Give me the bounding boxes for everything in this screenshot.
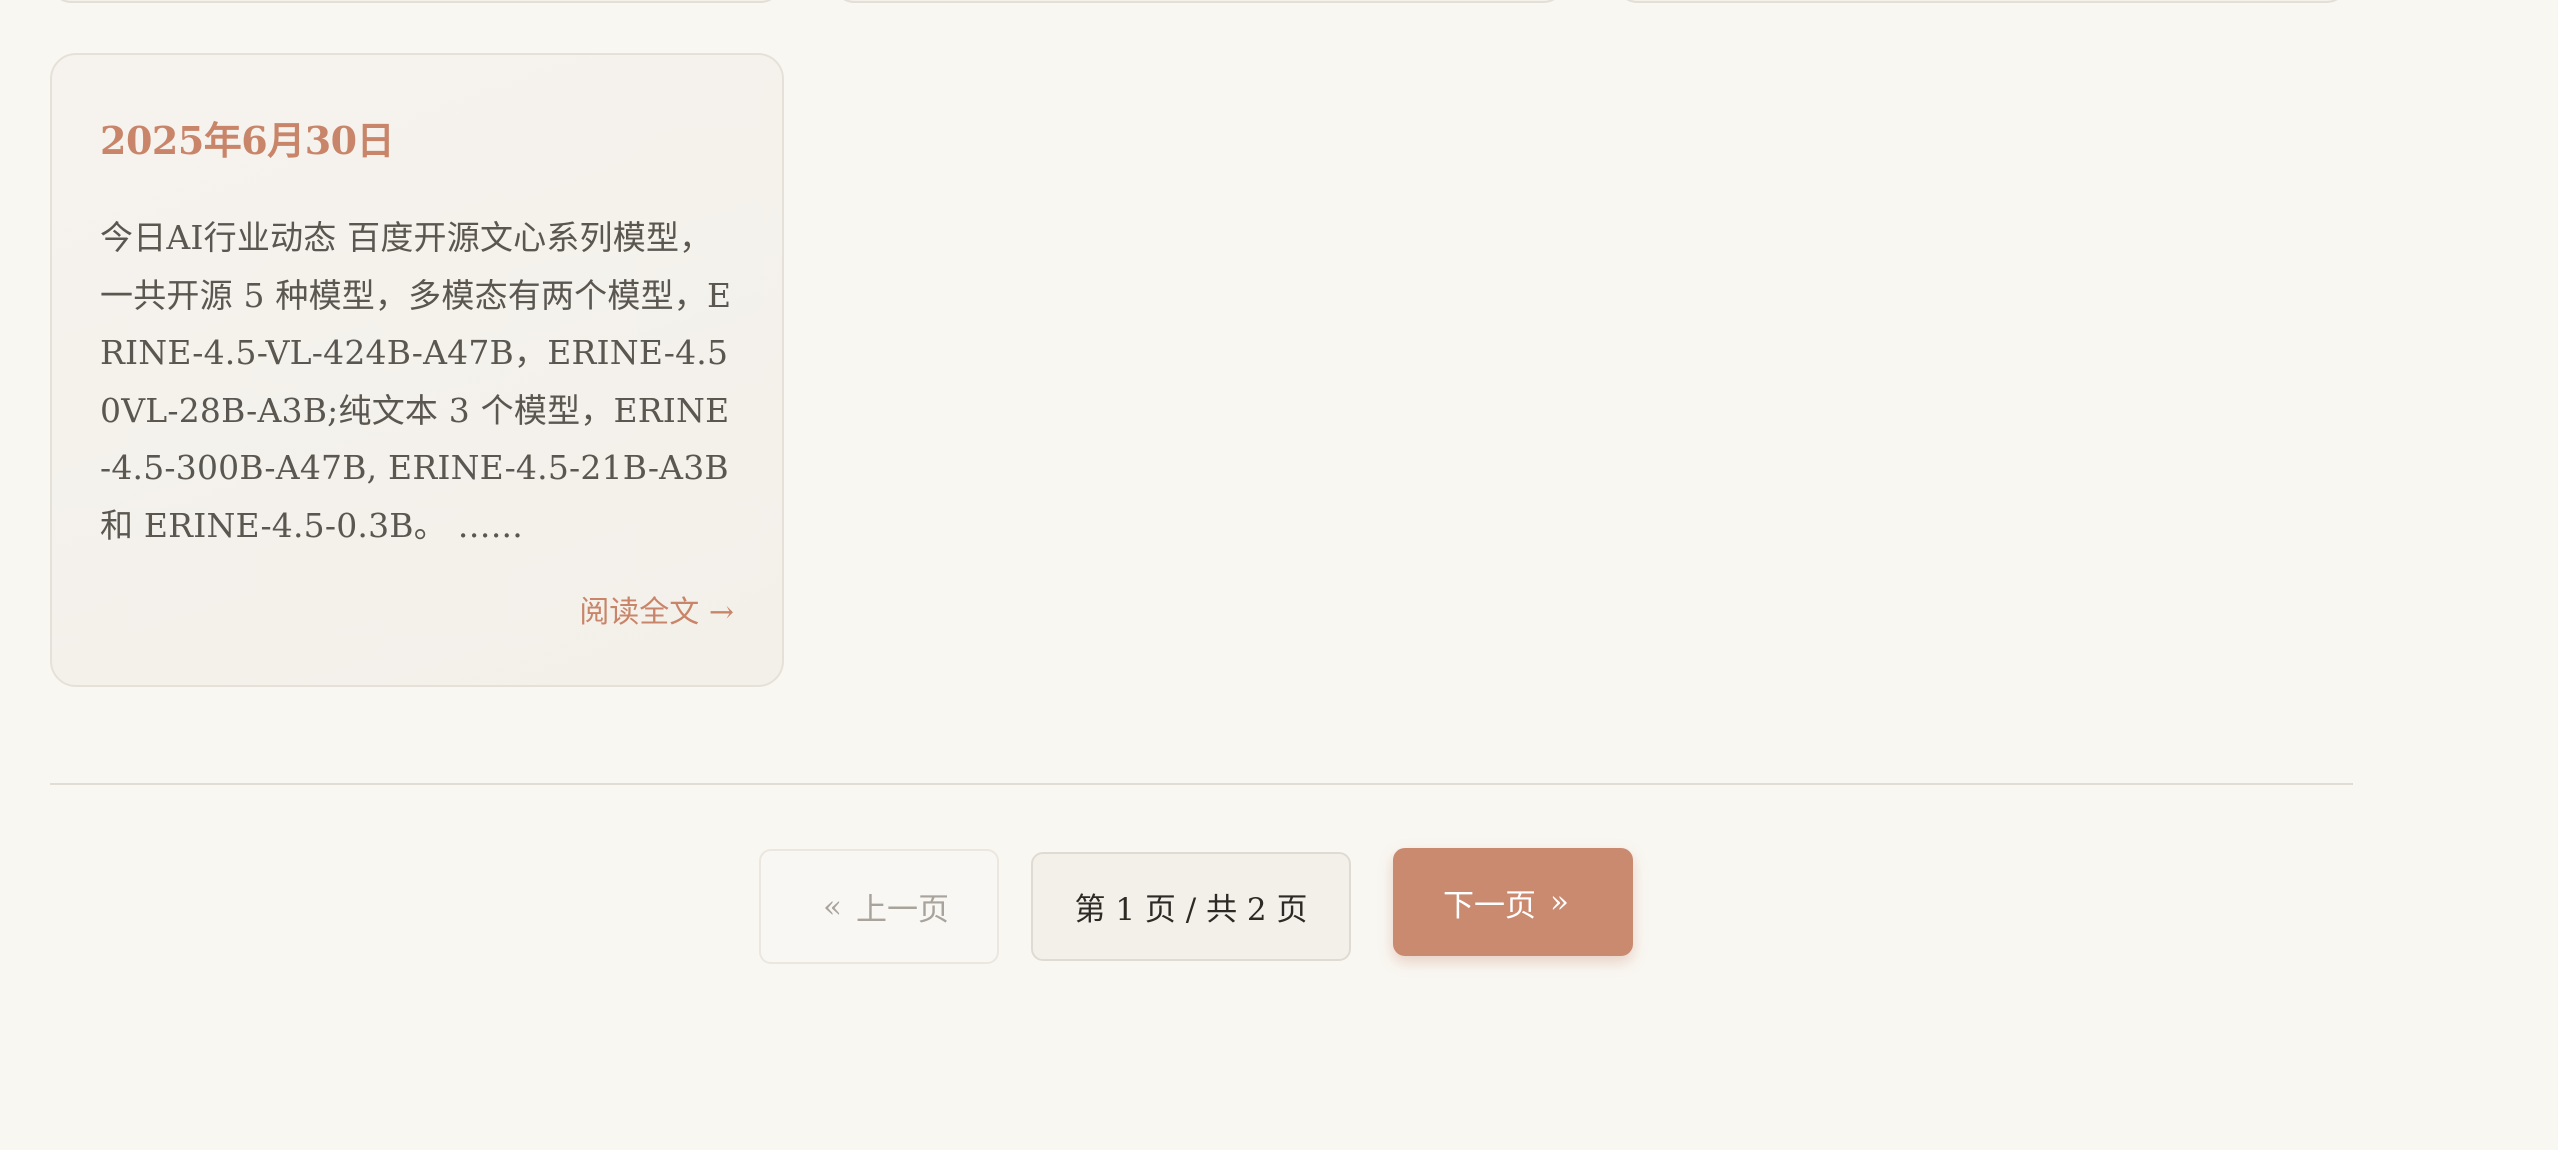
read-more-link[interactable]: 阅读全文 →	[579, 593, 734, 633]
previous-row-card-edge	[1616, 0, 2348, 3]
pagination-divider	[50, 783, 2353, 785]
double-chevron-left-icon: «	[823, 888, 842, 925]
previous-row-card-edge	[833, 0, 1565, 3]
post-date: 2025年6月30日	[100, 118, 395, 163]
next-page-button[interactable]: 下一页 »	[1393, 848, 1633, 956]
double-chevron-right-icon: »	[1550, 884, 1569, 920]
previous-row-card-edge	[50, 0, 782, 3]
previous-page-button[interactable]: « 上一页	[759, 849, 999, 964]
page-indicator: 第 1 页 / 共 2 页	[1031, 852, 1351, 961]
post-card[interactable]: 2025年6月30日 今日AI行业动态 百度开源文心系列模型，一共开源 5 种模…	[50, 53, 784, 687]
previous-page-label: 上一页	[855, 892, 949, 928]
next-page-label: 下一页	[1443, 887, 1537, 924]
post-excerpt: 今日AI行业动态 百度开源文心系列模型，一共开源 5 种模型，多模态有两个模型，…	[100, 218, 732, 545]
